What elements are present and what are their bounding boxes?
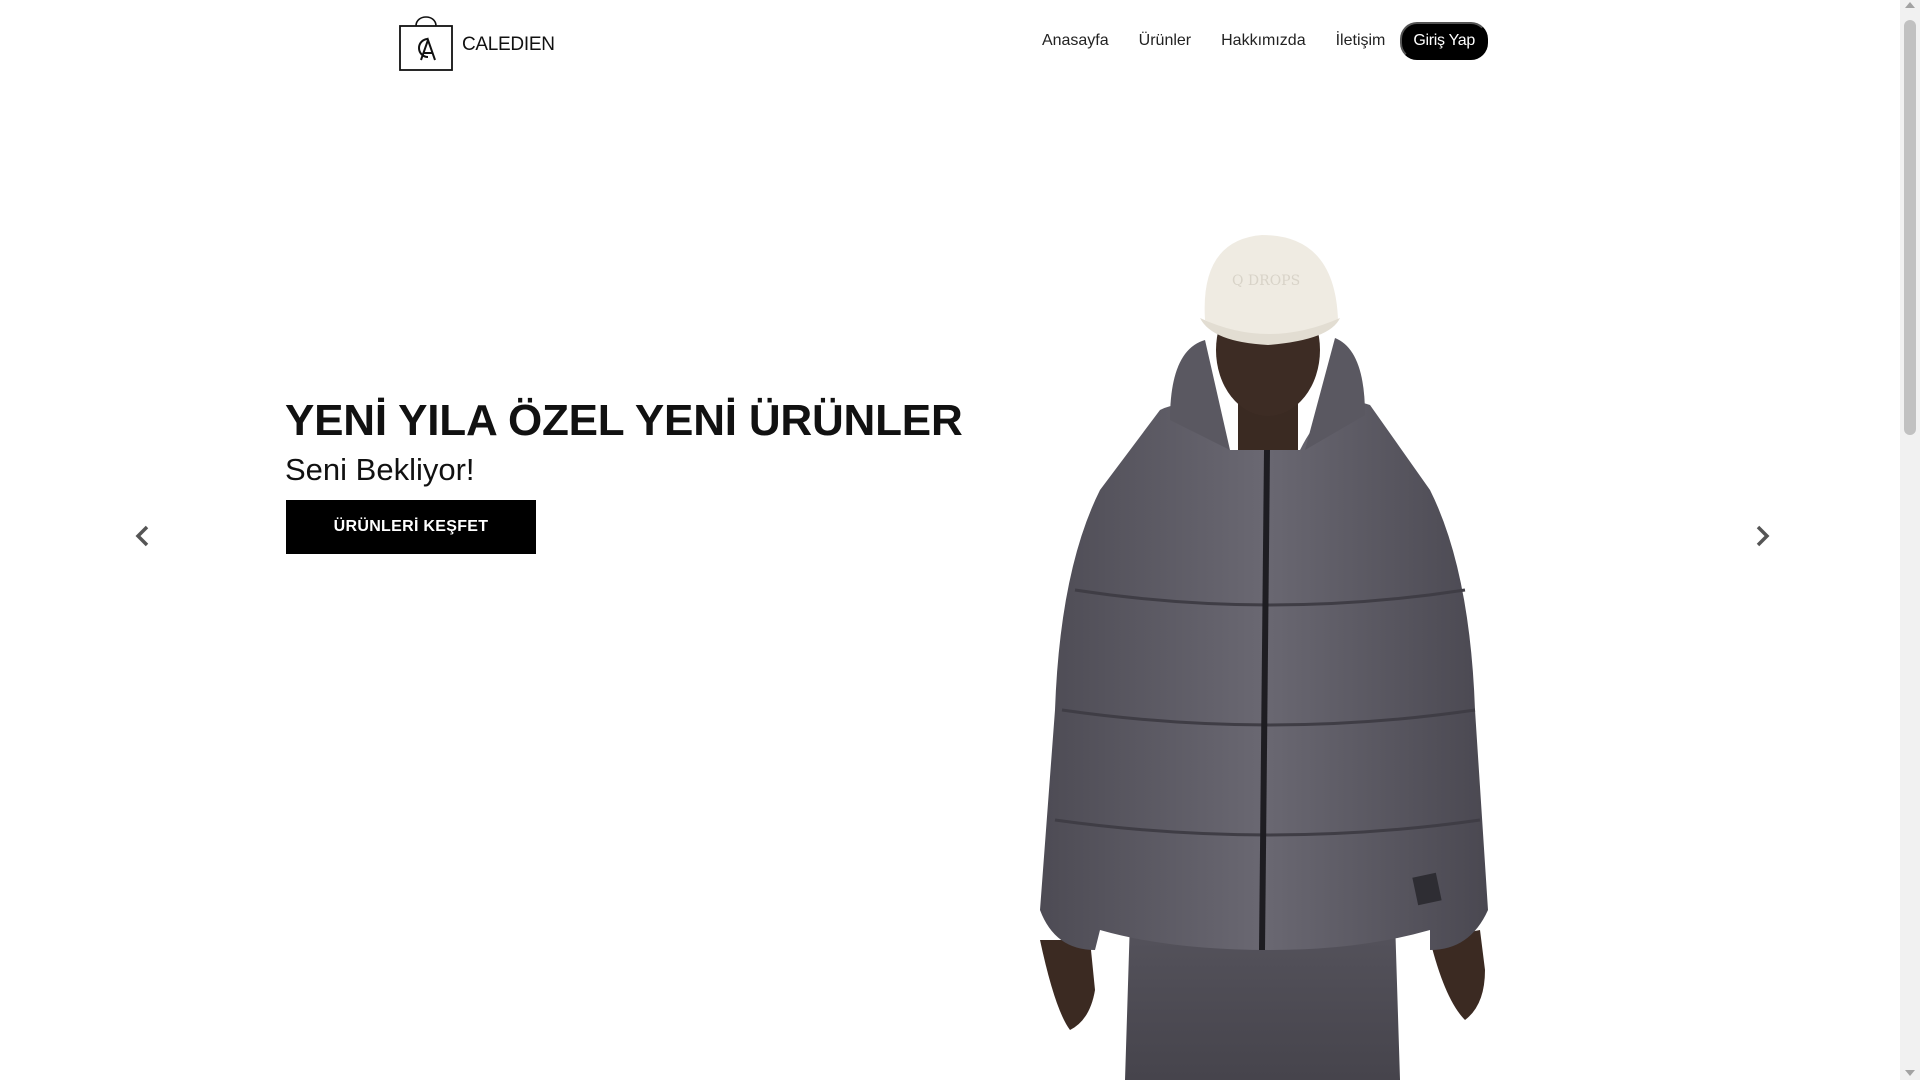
shopping-bag-logo-icon <box>399 16 453 71</box>
nav-link-urunler[interactable]: Ürünler <box>1124 24 1206 58</box>
main-nav: Anasayfa Ürünler Hakkımızda İletişim Gir… <box>1027 22 1488 60</box>
hero-subtitle: Seni Bekliyor! <box>285 452 475 487</box>
hero-model-image: Q DROPS <box>1040 235 1488 1080</box>
carousel-prev-button[interactable] <box>131 524 155 548</box>
chevron-left-icon <box>135 525 149 547</box>
site-header: CALEDIEN Anasayfa Ürünler Hakkımızda İle… <box>0 0 1900 90</box>
nav-link-hakkimizda[interactable]: Hakkımızda <box>1206 24 1320 58</box>
brand-logo[interactable]: CALEDIEN <box>398 8 555 72</box>
brand-name: CALEDIEN <box>462 34 555 55</box>
cap-print-text: Q DROPS <box>1232 273 1300 289</box>
scroll-up-arrow-icon[interactable] <box>1905 2 1915 8</box>
login-button[interactable]: Giriş Yap <box>1400 22 1488 60</box>
hero-title: YENİ YILA ÖZEL YENİ ÜRÜNLER <box>285 396 963 445</box>
scrollbar-thumb[interactable] <box>1904 20 1916 435</box>
nav-link-iletisim[interactable]: İletişim <box>1321 24 1401 58</box>
carousel-next-button[interactable] <box>1750 524 1774 548</box>
hero-carousel: YENİ YILA ÖZEL YENİ ÜRÜNLER Seni Bekliyo… <box>0 90 1900 1080</box>
page-scrollbar[interactable] <box>1900 0 1920 1080</box>
explore-products-button[interactable]: ÜRÜNLERİ KEŞFET <box>286 500 536 554</box>
nav-link-anasayfa[interactable]: Anasayfa <box>1027 24 1124 58</box>
scroll-down-arrow-icon[interactable] <box>1905 1070 1915 1076</box>
chevron-right-icon <box>1756 525 1770 547</box>
